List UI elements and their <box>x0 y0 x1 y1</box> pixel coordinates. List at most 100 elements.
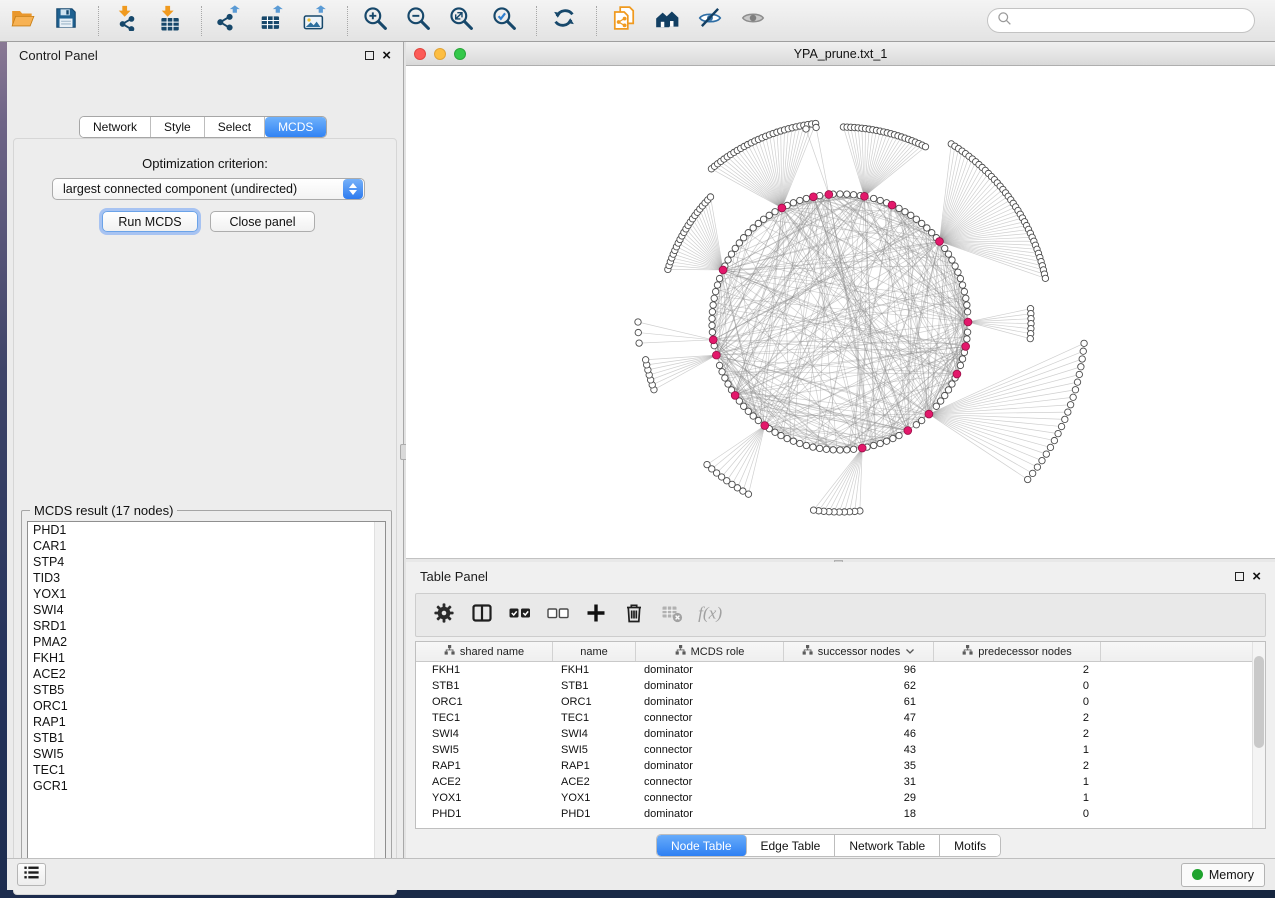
tab-select[interactable]: Select <box>205 117 265 137</box>
mcds-result-item[interactable]: STB5 <box>28 682 385 698</box>
result-scrollbar[interactable] <box>374 522 385 873</box>
cell-shared-name[interactable]: ORC1 <box>416 694 553 710</box>
cell-predecessor-nodes[interactable]: 2 <box>934 726 1101 742</box>
save-session-button[interactable] <box>51 6 81 36</box>
cell-MCDS-role[interactable]: dominator <box>636 806 784 822</box>
mcds-result-item[interactable]: SWI4 <box>28 602 385 618</box>
first-neighbors-button[interactable] <box>652 6 682 36</box>
zoom-in-button[interactable] <box>360 6 390 36</box>
cell-shared-name[interactable]: ACE2 <box>416 774 553 790</box>
cell-name[interactable]: SWI4 <box>553 726 636 742</box>
table-row[interactable]: ORC1ORC1dominator610 <box>416 694 1265 710</box>
mcds-result-item[interactable]: PHD1 <box>28 522 385 538</box>
cell-name[interactable]: ACE2 <box>553 774 636 790</box>
cell-successor-nodes[interactable]: 35 <box>784 758 934 774</box>
mcds-result-list[interactable]: PHD1CAR1STP4TID3YOX1SWI4SRD1PMA2FKH1ACE2… <box>27 521 386 874</box>
optimization-select[interactable]: largest connected component (undirected) <box>52 178 365 200</box>
mcds-result-item[interactable]: PMA2 <box>28 634 385 650</box>
add-row-button[interactable] <box>581 600 611 630</box>
zoom-selected-button[interactable] <box>489 6 519 36</box>
cell-predecessor-nodes[interactable]: 2 <box>934 710 1101 726</box>
cell-successor-nodes[interactable]: 46 <box>784 726 934 742</box>
close-panel-button[interactable]: Close panel <box>210 211 315 232</box>
cell-shared-name[interactable]: SWI5 <box>416 742 553 758</box>
cell-shared-name[interactable]: FKH1 <box>416 662 553 678</box>
run-mcds-button[interactable]: Run MCDS <box>102 211 198 232</box>
network-window-titlebar[interactable]: YPA_prune.txt_1 <box>406 42 1275 66</box>
mcds-result-item[interactable]: SRD1 <box>28 618 385 634</box>
table-row[interactable]: PHD1PHD1dominator180 <box>416 806 1265 822</box>
cell-predecessor-nodes[interactable]: 2 <box>934 662 1101 678</box>
cell-predecessor-nodes[interactable]: 0 <box>934 694 1101 710</box>
cell-name[interactable]: RAP1 <box>553 758 636 774</box>
zoom-fit-button[interactable] <box>446 6 476 36</box>
cell-MCDS-role[interactable]: connector <box>636 710 784 726</box>
cell-successor-nodes[interactable]: 43 <box>784 742 934 758</box>
cell-successor-nodes[interactable]: 61 <box>784 694 934 710</box>
table-row[interactable]: STB1STB1dominator620 <box>416 678 1265 694</box>
cell-predecessor-nodes[interactable]: 0 <box>934 806 1101 822</box>
tab-network-table[interactable]: Network Table <box>835 835 940 856</box>
float-table-panel-icon[interactable] <box>1235 572 1244 581</box>
cell-shared-name[interactable]: SWI4 <box>416 726 553 742</box>
deselect-all-button[interactable] <box>543 600 573 630</box>
import-table-button[interactable] <box>154 6 184 36</box>
cell-name[interactable]: SWI5 <box>553 742 636 758</box>
table-scrollbar-thumb[interactable] <box>1254 656 1264 748</box>
cell-predecessor-nodes[interactable]: 1 <box>934 790 1101 806</box>
column-header-name[interactable]: name <box>553 642 636 661</box>
mcds-result-item[interactable]: RAP1 <box>28 714 385 730</box>
table-row[interactable]: SWI4SWI4dominator462 <box>416 726 1265 742</box>
search-input[interactable] <box>987 8 1255 33</box>
cell-name[interactable]: PHD1 <box>553 806 636 822</box>
float-panel-icon[interactable] <box>365 51 374 60</box>
memory-button[interactable]: Memory <box>1181 863 1265 887</box>
tab-network[interactable]: Network <box>80 117 151 137</box>
cell-predecessor-nodes[interactable]: 1 <box>934 774 1101 790</box>
mcds-result-item[interactable]: TEC1 <box>28 762 385 778</box>
export-image-button[interactable] <box>300 6 330 36</box>
cell-MCDS-role[interactable]: dominator <box>636 662 784 678</box>
panel-menu-button[interactable] <box>17 863 46 886</box>
cell-name[interactable]: TEC1 <box>553 710 636 726</box>
table-row[interactable]: ACE2ACE2connector311 <box>416 774 1265 790</box>
cell-name[interactable]: YOX1 <box>553 790 636 806</box>
cell-successor-nodes[interactable]: 47 <box>784 710 934 726</box>
mcds-result-item[interactable]: CAR1 <box>28 538 385 554</box>
cell-successor-nodes[interactable]: 96 <box>784 662 934 678</box>
clone-network-button[interactable] <box>609 6 639 36</box>
search-text-field[interactable] <box>1018 11 1254 31</box>
cell-predecessor-nodes[interactable]: 0 <box>934 678 1101 694</box>
column-header-MCDS-role[interactable]: MCDS role <box>636 642 784 661</box>
close-table-panel-icon[interactable]: × <box>1252 572 1261 581</box>
cell-successor-nodes[interactable]: 62 <box>784 678 934 694</box>
cell-shared-name[interactable]: RAP1 <box>416 758 553 774</box>
cell-MCDS-role[interactable]: dominator <box>636 758 784 774</box>
mcds-result-item[interactable]: FKH1 <box>28 650 385 666</box>
cell-successor-nodes[interactable]: 31 <box>784 774 934 790</box>
mcds-result-item[interactable]: YOX1 <box>28 586 385 602</box>
tab-mcds[interactable]: MCDS <box>265 117 326 137</box>
table-scrollbar[interactable] <box>1252 642 1265 828</box>
show-all-button[interactable] <box>738 6 768 36</box>
table-row[interactable]: RAP1RAP1dominator352 <box>416 758 1265 774</box>
cell-shared-name[interactable]: TEC1 <box>416 710 553 726</box>
mcds-result-item[interactable]: GCR1 <box>28 778 385 794</box>
export-network-button[interactable] <box>214 6 244 36</box>
cell-shared-name[interactable]: PHD1 <box>416 806 553 822</box>
column-header-successor-nodes[interactable]: successor nodes <box>784 642 934 661</box>
delete-row-button[interactable] <box>619 600 649 630</box>
mcds-result-item[interactable]: SWI5 <box>28 746 385 762</box>
settings-button[interactable] <box>429 600 459 630</box>
refresh-button[interactable] <box>549 6 579 36</box>
table-row[interactable]: FKH1FKH1dominator962 <box>416 662 1265 678</box>
import-network-button[interactable] <box>111 6 141 36</box>
column-header-predecessor-nodes[interactable]: predecessor nodes <box>934 642 1101 661</box>
cell-MCDS-role[interactable]: connector <box>636 790 784 806</box>
table-row[interactable]: TEC1TEC1connector472 <box>416 710 1265 726</box>
mcds-result-item[interactable]: ACE2 <box>28 666 385 682</box>
select-all-button[interactable] <box>505 600 535 630</box>
cell-successor-nodes[interactable]: 29 <box>784 790 934 806</box>
show-columns-button[interactable] <box>467 600 497 630</box>
network-graph[interactable] <box>406 66 1275 558</box>
